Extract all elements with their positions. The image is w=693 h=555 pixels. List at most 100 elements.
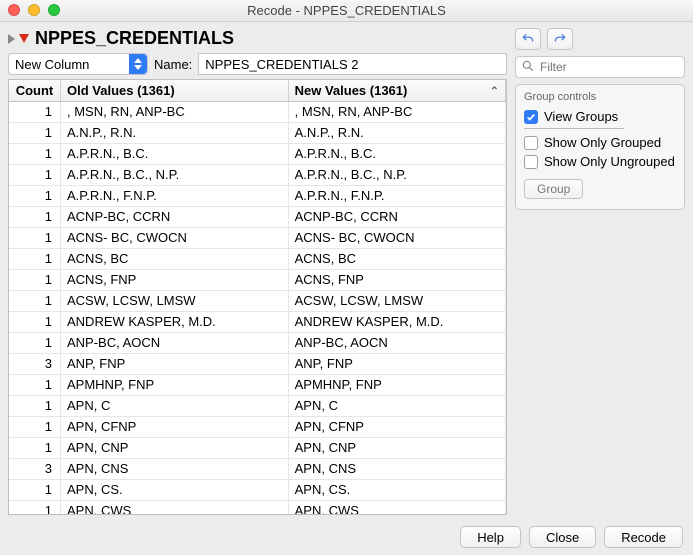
cell-new-value[interactable]: ACSW, LCSW, LMSW — [289, 291, 506, 312]
cell-old-value: ANP, FNP — [61, 354, 289, 375]
redo-button[interactable] — [547, 28, 573, 50]
cell-old-value: ANP-BC, AOCN — [61, 333, 289, 354]
minimize-window-icon[interactable] — [28, 4, 40, 16]
cell-new-value[interactable]: ACNS, FNP — [289, 270, 506, 291]
cell-count: 1 — [9, 375, 61, 396]
cell-new-value[interactable]: ANP, FNP — [289, 354, 506, 375]
show-only-grouped-checkbox[interactable] — [524, 136, 538, 150]
cell-new-value[interactable]: A.P.R.N., B.C., N.P. — [289, 165, 506, 186]
cell-old-value: APN, CWS — [61, 501, 289, 514]
cell-old-value: APN, C — [61, 396, 289, 417]
cell-new-value[interactable]: ANP-BC, AOCN — [289, 333, 506, 354]
cell-count: 1 — [9, 312, 61, 333]
view-groups-checkbox[interactable] — [524, 110, 538, 124]
cell-new-value[interactable]: APN, CNS — [289, 459, 506, 480]
cell-count: 3 — [9, 459, 61, 480]
table-row[interactable]: 1ACSW, LCSW, LMSWACSW, LCSW, LMSW — [9, 291, 506, 312]
undo-button[interactable] — [515, 28, 541, 50]
col-header-count[interactable]: Count — [9, 80, 61, 101]
table-row[interactable]: 1A.N.P., R.N.A.N.P., R.N. — [9, 123, 506, 144]
table-row[interactable]: 1APMHNP, FNPAPMHNP, FNP — [9, 375, 506, 396]
new-column-name-input[interactable] — [198, 53, 507, 75]
cell-old-value: A.P.R.N., B.C., N.P. — [61, 165, 289, 186]
col-header-new[interactable]: New Values (1361) ⌃ — [289, 80, 506, 101]
cell-count: 1 — [9, 396, 61, 417]
table-row[interactable]: 3APN, CNSAPN, CNS — [9, 459, 506, 480]
show-only-grouped-label: Show Only Grouped — [544, 135, 661, 150]
table-row[interactable]: 1APN, CS.APN, CS. — [9, 480, 506, 501]
cell-count: 1 — [9, 417, 61, 438]
table-row[interactable]: 1ANDREW KASPER, M.D.ANDREW KASPER, M.D. — [9, 312, 506, 333]
cell-new-value[interactable]: A.P.R.N., B.C. — [289, 144, 506, 165]
cell-old-value: APN, CS. — [61, 480, 289, 501]
help-button[interactable]: Help — [460, 526, 521, 548]
cell-new-value[interactable]: A.N.P., R.N. — [289, 123, 506, 144]
cell-old-value: ACNS, FNP — [61, 270, 289, 291]
table-row[interactable]: 1A.P.R.N., B.C.A.P.R.N., B.C. — [9, 144, 506, 165]
column-heading: NPPES_CREDENTIALS — [35, 28, 234, 49]
recode-button[interactable]: Recode — [604, 526, 683, 548]
cell-count: 1 — [9, 186, 61, 207]
cell-new-value[interactable]: APN, CNP — [289, 438, 506, 459]
table-row[interactable]: 1ANP-BC, AOCNANP-BC, AOCN — [9, 333, 506, 354]
cell-new-value[interactable]: ACNP-BC, CCRN — [289, 207, 506, 228]
cell-old-value: ANDREW KASPER, M.D. — [61, 312, 289, 333]
table-row[interactable]: 1ACNS- BC, CWOCNACNS- BC, CWOCN — [9, 228, 506, 249]
group-controls-panel: Group controls View Groups Show Only Gro… — [515, 84, 685, 210]
cell-new-value[interactable]: A.P.R.N., F.N.P. — [289, 186, 506, 207]
table-row[interactable]: 1APN, CWSAPN, CWS — [9, 501, 506, 514]
cell-count: 1 — [9, 102, 61, 123]
cell-count: 1 — [9, 333, 61, 354]
close-window-icon[interactable] — [8, 4, 20, 16]
cell-old-value: APN, CNS — [61, 459, 289, 480]
sort-indicator-icon: ⌃ — [490, 84, 499, 97]
cell-old-value: ACSW, LCSW, LMSW — [61, 291, 289, 312]
panel-title: Group controls — [524, 91, 676, 103]
show-only-ungrouped-checkbox[interactable] — [524, 155, 538, 169]
cell-new-value[interactable]: ACNS, BC — [289, 249, 506, 270]
cell-old-value: A.P.R.N., B.C. — [61, 144, 289, 165]
table-row[interactable]: 1A.P.R.N., F.N.P.A.P.R.N., F.N.P. — [9, 186, 506, 207]
filter-input[interactable] — [515, 56, 685, 78]
table-row[interactable]: 1A.P.R.N., B.C., N.P.A.P.R.N., B.C., N.P… — [9, 165, 506, 186]
table-row[interactable]: 3ANP, FNPANP, FNP — [9, 354, 506, 375]
table-row[interactable]: 1APN, CFNPAPN, CFNP — [9, 417, 506, 438]
cell-new-value[interactable]: ANDREW KASPER, M.D. — [289, 312, 506, 333]
cell-count: 1 — [9, 165, 61, 186]
show-only-ungrouped-label: Show Only Ungrouped — [544, 154, 675, 169]
table-row[interactable]: 1ACNS, FNPACNS, FNP — [9, 270, 506, 291]
cell-new-value[interactable]: APN, C — [289, 396, 506, 417]
disclose-icon[interactable] — [8, 34, 15, 44]
titlebar: Recode - NPPES_CREDENTIALS — [0, 0, 693, 22]
cell-new-value[interactable]: APMHNP, FNP — [289, 375, 506, 396]
cell-count: 3 — [9, 354, 61, 375]
cell-old-value: APN, CFNP — [61, 417, 289, 438]
col-header-old[interactable]: Old Values (1361) — [61, 80, 289, 101]
destination-select[interactable]: New Column — [8, 53, 148, 75]
zoom-window-icon[interactable] — [48, 4, 60, 16]
close-button[interactable]: Close — [529, 526, 596, 548]
cell-new-value[interactable]: APN, CFNP — [289, 417, 506, 438]
table-row[interactable]: 1ACNP-BC, CCRNACNP-BC, CCRN — [9, 207, 506, 228]
table-row[interactable]: 1APN, CNPAPN, CNP — [9, 438, 506, 459]
cell-count: 1 — [9, 207, 61, 228]
cell-count: 1 — [9, 123, 61, 144]
table-row[interactable]: 1APN, CAPN, C — [9, 396, 506, 417]
cell-new-value[interactable]: APN, CWS — [289, 501, 506, 514]
table-row[interactable]: 1ACNS, BCACNS, BC — [9, 249, 506, 270]
cell-new-value[interactable]: ACNS- BC, CWOCN — [289, 228, 506, 249]
group-button[interactable]: Group — [524, 179, 583, 199]
view-groups-label: View Groups — [544, 109, 618, 124]
cell-count: 1 — [9, 228, 61, 249]
cell-old-value: ACNS- BC, CWOCN — [61, 228, 289, 249]
cell-count: 1 — [9, 480, 61, 501]
cell-new-value[interactable]: , MSN, RN, ANP-BC — [289, 102, 506, 123]
table-row[interactable]: 1, MSN, RN, ANP-BC, MSN, RN, ANP-BC — [9, 102, 506, 123]
select-arrows-icon — [129, 54, 147, 74]
cell-old-value: A.P.R.N., F.N.P. — [61, 186, 289, 207]
cell-new-value[interactable]: APN, CS. — [289, 480, 506, 501]
destination-select-value: New Column — [15, 57, 89, 72]
cell-old-value: ACNP-BC, CCRN — [61, 207, 289, 228]
cell-count: 1 — [9, 291, 61, 312]
cell-old-value: , MSN, RN, ANP-BC — [61, 102, 289, 123]
